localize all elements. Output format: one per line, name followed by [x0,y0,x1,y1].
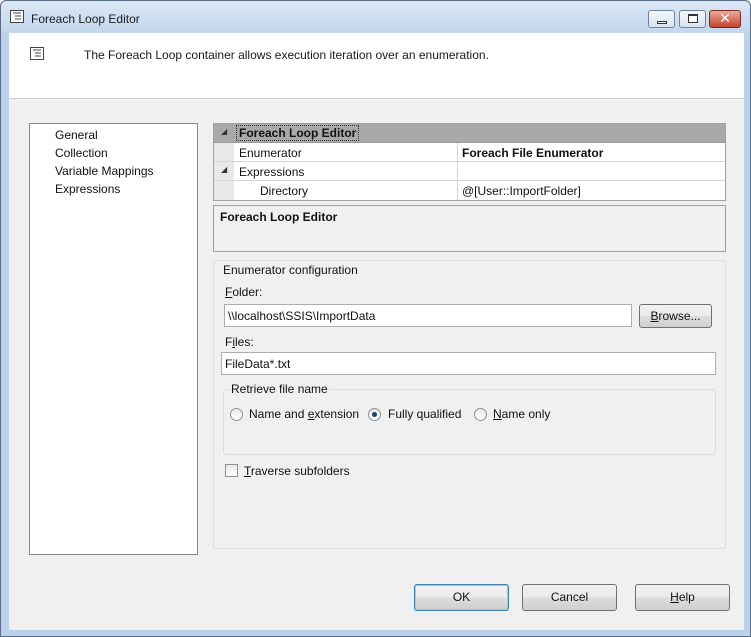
description-title: Foreach Loop Editor [220,210,338,224]
retrieve-file-name-label: Retrieve file name [230,382,329,396]
property-row-directory[interactable]: Directory @[User::ImportFolder] [214,181,725,200]
title-bar[interactable]: Foreach Loop Editor ✕ [1,1,750,33]
foreach-loop-icon [10,10,24,23]
property-name: Directory [260,184,309,198]
collapse-arrow-icon[interactable]: ◢ [221,127,227,136]
radio-fully-qualified-label[interactable]: Fully qualified [388,407,461,421]
dialog-client-area: The Foreach Loop container allows execut… [9,33,744,630]
minimize-button[interactable] [648,10,675,28]
property-name: Enumerator [239,146,302,160]
property-value[interactable]: Foreach File Enumerator [462,146,603,160]
nav-item-collection[interactable]: Collection [55,146,108,160]
nav-item-variable-mappings[interactable]: Variable Mappings [55,164,154,178]
ok-button[interactable]: OK [414,584,509,611]
property-gutter [214,181,234,200]
traverse-subfolders-checkbox[interactable] [225,464,238,477]
property-value[interactable]: @[User::ImportFolder] [462,184,581,198]
folder-input[interactable]: \\localhost\SSIS\ImportData [224,304,632,327]
column-divider [457,162,458,180]
radio-name-only[interactable] [474,408,487,421]
radio-selected-dot [372,412,377,417]
foreach-loop-icon [30,47,44,60]
radio-fully-qualified[interactable] [368,408,381,421]
property-gutter [214,143,234,161]
folder-label: Folder: [225,285,263,299]
radio-name-only-label[interactable]: Name only [493,407,550,421]
column-divider [457,143,458,161]
property-row-enumerator[interactable]: Enumerator Foreach File Enumerator [214,143,725,162]
minimize-icon [657,21,667,24]
browse-button[interactable]: Browse... [639,304,712,328]
property-name: Expressions [239,165,305,179]
nav-item-expressions[interactable]: Expressions [55,182,120,196]
column-divider [457,181,458,200]
maximize-icon [688,14,698,23]
property-grid: ◢ Foreach Loop Editor Enumerator Foreach… [213,123,726,201]
header-description: The Foreach Loop container allows execut… [84,48,489,62]
collapse-arrow-icon[interactable]: ◢ [221,165,227,174]
cancel-button[interactable]: Cancel [522,584,617,611]
help-button[interactable]: Help [635,584,730,611]
files-label: Files: [225,335,254,349]
radio-name-and-extension-label[interactable]: Name and extension [249,407,359,421]
retrieve-file-name-group [223,389,716,455]
property-gutter: ◢ [214,162,234,180]
page-nav-list: General Collection Variable Mappings Exp… [29,123,198,555]
radio-name-and-extension[interactable] [230,408,243,421]
enumerator-config-label: Enumerator configuration [222,263,359,277]
traverse-subfolders-label[interactable]: Traverse subfolders [244,464,350,478]
files-input[interactable]: FileData*.txt [221,352,716,375]
property-row-expressions[interactable]: ◢ Expressions [214,162,725,181]
property-category-row[interactable]: ◢ Foreach Loop Editor [214,124,725,143]
dialog-window: Foreach Loop Editor ✕ The Foreach Loop c… [0,0,751,637]
window-title: Foreach Loop Editor [31,12,140,26]
nav-item-general[interactable]: General [55,128,98,142]
maximize-button[interactable] [679,10,706,28]
property-description-box: Foreach Loop Editor [213,205,726,252]
close-button[interactable]: ✕ [709,10,741,28]
property-category-label: Foreach Loop Editor [236,125,360,141]
header-band: The Foreach Loop container allows execut… [9,33,744,99]
close-icon: ✕ [719,10,731,26]
